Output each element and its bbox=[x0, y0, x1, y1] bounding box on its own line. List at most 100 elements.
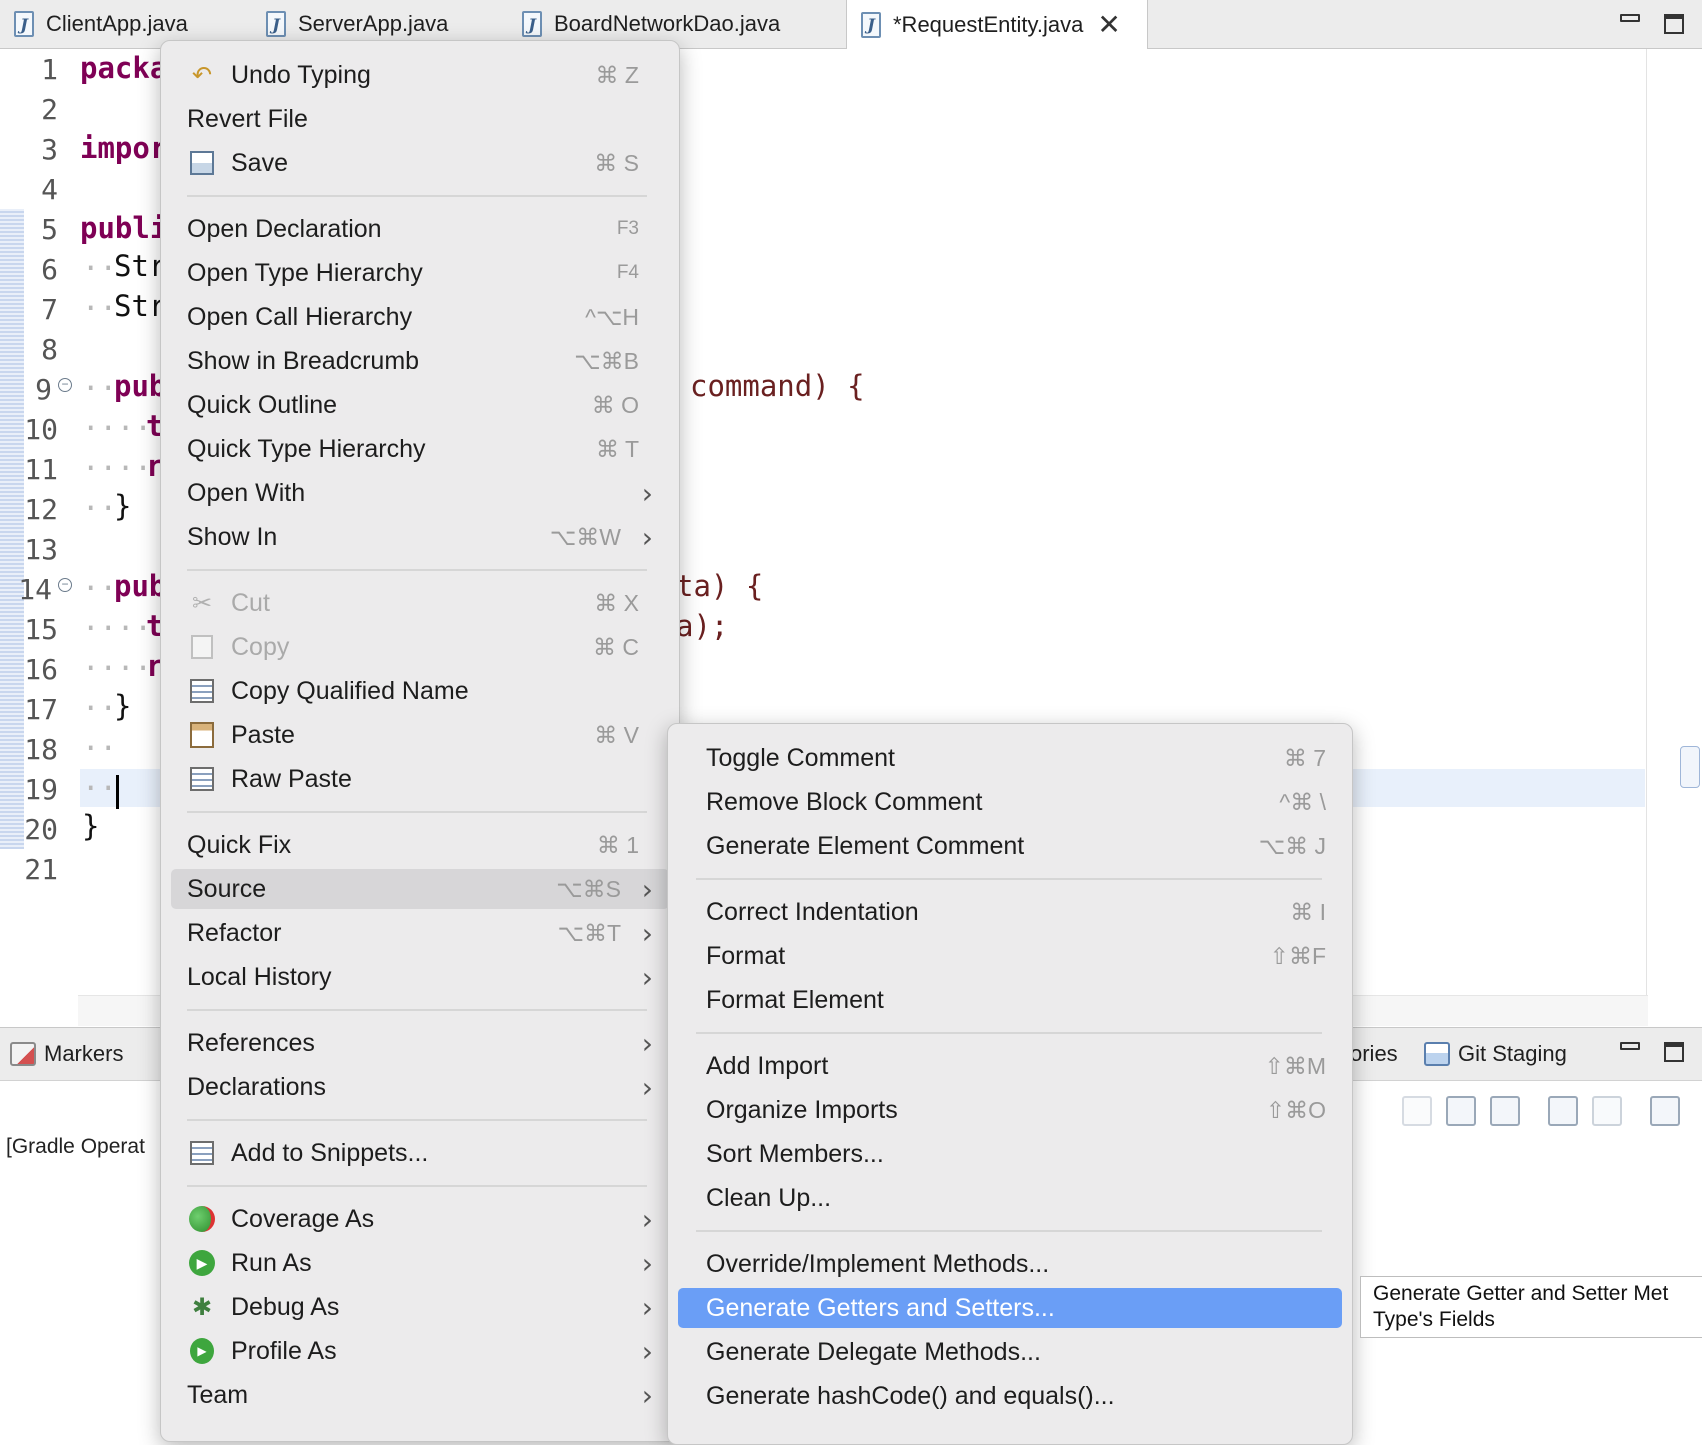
menu-item-add-to-snippets[interactable]: Add to Snippets... bbox=[171, 1133, 669, 1173]
minimize-icon[interactable] bbox=[1620, 1042, 1640, 1050]
menu-item-run-as[interactable]: ▶ Run As › bbox=[171, 1243, 669, 1283]
chevron-right-icon: › bbox=[641, 1290, 653, 1324]
menu-item-quick-type-hierarchy[interactable]: Quick Type Hierarchy ⌘ T bbox=[171, 429, 669, 469]
menu-item-refactor[interactable]: Refactor ⌥⌘T › bbox=[171, 913, 669, 953]
menu-item-add-import[interactable]: Add Import ⇧⌘M bbox=[678, 1046, 1342, 1086]
menu-item-show-in-breadcrumb[interactable]: Show in Breadcrumb ⌥⌘B bbox=[171, 341, 669, 381]
maximize-icon[interactable] bbox=[1664, 1042, 1684, 1062]
menu-item-profile-as[interactable]: ▶ Profile As › bbox=[171, 1331, 669, 1371]
tab-git-staging[interactable]: Git Staging bbox=[1424, 1028, 1567, 1080]
tab-clientapp[interactable]: J ClientApp.java bbox=[14, 0, 188, 48]
menu-separator bbox=[696, 1230, 1322, 1232]
menu-item-open-call-hierarchy[interactable]: Open Call Hierarchy ^⌥H bbox=[171, 297, 669, 337]
save-icon bbox=[187, 148, 217, 178]
code-line-15-tail: a); bbox=[676, 609, 729, 643]
scissors-icon: ✂ bbox=[191, 589, 213, 617]
markers-icon bbox=[10, 1042, 36, 1066]
menu-separator bbox=[187, 811, 647, 813]
overview-ruler-marker[interactable] bbox=[1680, 746, 1700, 788]
menu-item-open-with[interactable]: Open With › bbox=[171, 473, 669, 513]
menu-item-sort-members[interactable]: Sort Members... bbox=[678, 1134, 1342, 1174]
whitespace-marker: ···· bbox=[82, 611, 152, 645]
open-console-icon[interactable] bbox=[1650, 1096, 1680, 1126]
line-number: 20 bbox=[24, 813, 58, 846]
menu-item-undo-typing[interactable]: ↶ Undo Typing ⌘ Z bbox=[171, 55, 669, 95]
menu-item-correct-indentation[interactable]: Correct Indentation ⌘ I bbox=[678, 892, 1342, 932]
menu-item-generate-getters-setters[interactable]: Generate Getters and Setters... bbox=[678, 1288, 1342, 1328]
line-number: 1 bbox=[41, 53, 58, 86]
menu-item-generate-element-comment[interactable]: Generate Element Comment ⌥⌘ J bbox=[678, 826, 1342, 866]
whitespace-marker: ···· bbox=[82, 451, 152, 485]
line-number: 11 bbox=[24, 453, 58, 486]
menu-item-source[interactable]: Source ⌥⌘S › bbox=[171, 869, 669, 909]
fold-collapse-icon[interactable]: − bbox=[58, 578, 72, 592]
menu-item-format[interactable]: Format ⇧⌘F bbox=[678, 936, 1342, 976]
remove-all-icon[interactable] bbox=[1446, 1096, 1476, 1126]
menu-item-clean-up[interactable]: Clean Up... bbox=[678, 1178, 1342, 1218]
menu-item-toggle-comment[interactable]: Toggle Comment ⌘ 7 bbox=[678, 738, 1342, 778]
tab-repositories[interactable]: ories bbox=[1350, 1028, 1398, 1080]
menu-item-generate-hashcode-equals[interactable]: Generate hashCode() and equals()... bbox=[678, 1376, 1342, 1416]
fold-collapse-icon[interactable]: − bbox=[58, 378, 72, 392]
scroll-lock-icon[interactable] bbox=[1490, 1096, 1520, 1126]
menu-item-copy[interactable]: Copy ⌘ C bbox=[171, 627, 669, 667]
tab-markers[interactable]: Markers bbox=[10, 1028, 123, 1080]
menu-item-quick-outline[interactable]: Quick Outline ⌘ O bbox=[171, 385, 669, 425]
java-file-icon: J bbox=[861, 11, 881, 38]
minimize-icon[interactable] bbox=[1620, 14, 1640, 22]
coverage-icon bbox=[187, 1204, 217, 1234]
java-file-icon: J bbox=[522, 11, 542, 37]
line-number: 7 bbox=[41, 293, 58, 326]
code-line-14-tail: ta) { bbox=[676, 569, 764, 603]
remove-launch-icon[interactable] bbox=[1402, 1096, 1432, 1126]
menu-item-revert-file[interactable]: Revert File bbox=[171, 99, 669, 139]
chevron-right-icon: › bbox=[641, 1246, 653, 1280]
menu-item-open-declaration[interactable]: Open Declaration F3 bbox=[171, 209, 669, 249]
menu-item-local-history[interactable]: Local History › bbox=[171, 957, 669, 997]
chevron-right-icon: › bbox=[641, 1378, 653, 1412]
display-console-icon[interactable] bbox=[1592, 1096, 1622, 1126]
menu-item-generate-delegate-methods[interactable]: Generate Delegate Methods... bbox=[678, 1332, 1342, 1372]
menu-item-show-in[interactable]: Show In ⌥⌘W › bbox=[171, 517, 669, 557]
code-line-5: publi bbox=[80, 211, 168, 245]
close-icon[interactable]: ✕ bbox=[1097, 10, 1120, 39]
menu-item-override-implement-methods[interactable]: Override/Implement Methods... bbox=[678, 1244, 1342, 1284]
chevron-right-icon: › bbox=[641, 1026, 653, 1060]
menu-item-paste[interactable]: Paste ⌘ V bbox=[171, 715, 669, 755]
line-number: 3 bbox=[41, 133, 58, 166]
code-line-20: } bbox=[82, 809, 100, 843]
pin-console-icon[interactable] bbox=[1548, 1096, 1578, 1126]
tab-label: *RequestEntity.java bbox=[893, 11, 1084, 37]
menu-item-open-type-hierarchy[interactable]: Open Type Hierarchy F4 bbox=[171, 253, 669, 293]
code-line-6: Str bbox=[114, 249, 167, 283]
menu-item-declarations[interactable]: Declarations › bbox=[171, 1067, 669, 1107]
menu-item-debug-as[interactable]: ✱ Debug As › bbox=[171, 1287, 669, 1327]
chevron-right-icon: › bbox=[641, 1334, 653, 1368]
menu-item-coverage-as[interactable]: Coverage As › bbox=[171, 1199, 669, 1239]
whitespace-marker: ·· bbox=[82, 491, 117, 525]
menu-item-save[interactable]: Save ⌘ S bbox=[171, 143, 669, 183]
maximize-icon[interactable] bbox=[1664, 14, 1684, 34]
menu-item-team[interactable]: Team › bbox=[171, 1375, 669, 1415]
run-icon: ▶ bbox=[187, 1248, 217, 1278]
line-number: 14 bbox=[18, 573, 52, 606]
whitespace-marker: ·· bbox=[82, 251, 117, 285]
menu-item-remove-block-comment[interactable]: Remove Block Comment ^⌘ \ bbox=[678, 782, 1342, 822]
tab-label: Markers bbox=[44, 1041, 124, 1066]
raw-paste-icon bbox=[187, 764, 217, 794]
tab-requestentity[interactable]: J *RequestEntity.java ✕ bbox=[846, 0, 1148, 49]
menu-item-references[interactable]: References › bbox=[171, 1023, 669, 1063]
copy-qualified-icon bbox=[187, 676, 217, 706]
whitespace-marker: ···· bbox=[82, 651, 152, 685]
menu-item-copy-qualified-name[interactable]: Copy Qualified Name bbox=[171, 671, 669, 711]
whitespace-marker: ·· bbox=[82, 571, 117, 605]
line-number: 9 bbox=[35, 373, 52, 406]
menu-item-quick-fix[interactable]: Quick Fix ⌘ 1 bbox=[171, 825, 669, 865]
menu-item-format-element[interactable]: Format Element bbox=[678, 980, 1342, 1020]
code-line-14: pub bbox=[114, 569, 167, 603]
menu-item-raw-paste[interactable]: Raw Paste bbox=[171, 759, 669, 799]
text-caret bbox=[116, 775, 119, 809]
tab-label: BoardNetworkDao.java bbox=[554, 11, 781, 36]
menu-item-organize-imports[interactable]: Organize Imports ⇧⌘O bbox=[678, 1090, 1342, 1130]
menu-item-cut[interactable]: ✂ Cut ⌘ X bbox=[171, 583, 669, 623]
